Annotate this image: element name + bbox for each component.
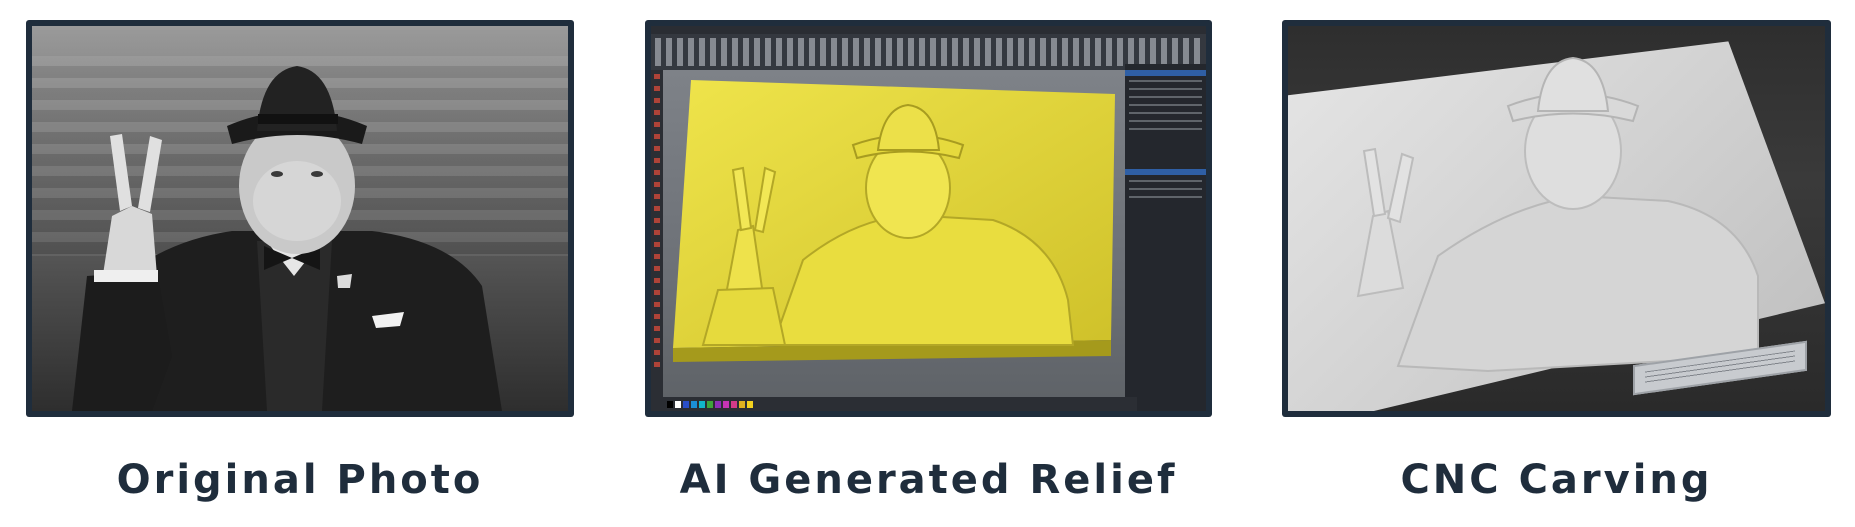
palette-swatch[interactable] xyxy=(683,401,689,408)
project-tree xyxy=(1129,80,1202,130)
software-left-tools xyxy=(651,70,663,411)
project-panel-header xyxy=(1125,70,1206,76)
palette-swatch[interactable] xyxy=(707,401,713,408)
palette-swatch[interactable] xyxy=(667,401,673,408)
left-tool-icons xyxy=(654,74,660,371)
caption-original-photo: Original Photo xyxy=(116,457,484,503)
relief-software-window xyxy=(651,26,1206,411)
original-photo-image xyxy=(32,26,568,411)
original-photo-panel xyxy=(26,20,574,417)
model-panel-header xyxy=(1125,169,1206,175)
caption-ai-generated-relief: AI Generated Relief xyxy=(679,457,1178,503)
palette-swatch[interactable] xyxy=(691,401,697,408)
cnc-carving-image xyxy=(1288,26,1825,411)
palette-swatch[interactable] xyxy=(699,401,705,408)
palette-swatch[interactable] xyxy=(715,401,721,408)
palette-swatch[interactable] xyxy=(675,401,681,408)
software-right-panel xyxy=(1125,64,1206,411)
software-toolbar xyxy=(651,34,1206,70)
relief-model xyxy=(673,80,1115,362)
palette-swatch[interactable] xyxy=(739,401,745,408)
cnc-carving-panel xyxy=(1282,20,1831,417)
color-palette-bar xyxy=(663,397,1137,411)
portrait-figure xyxy=(72,66,502,411)
toolbar-icons xyxy=(655,38,1202,66)
caption-cnc-carving: CNC Carving xyxy=(1400,457,1713,503)
software-menubar xyxy=(651,26,1206,34)
relief-3d-viewport xyxy=(663,70,1125,397)
relief-software-panel xyxy=(645,20,1212,417)
palette-swatch[interactable] xyxy=(731,401,737,408)
model-information xyxy=(1129,180,1202,204)
palette-swatch[interactable] xyxy=(747,401,753,408)
palette-swatch[interactable] xyxy=(723,401,729,408)
